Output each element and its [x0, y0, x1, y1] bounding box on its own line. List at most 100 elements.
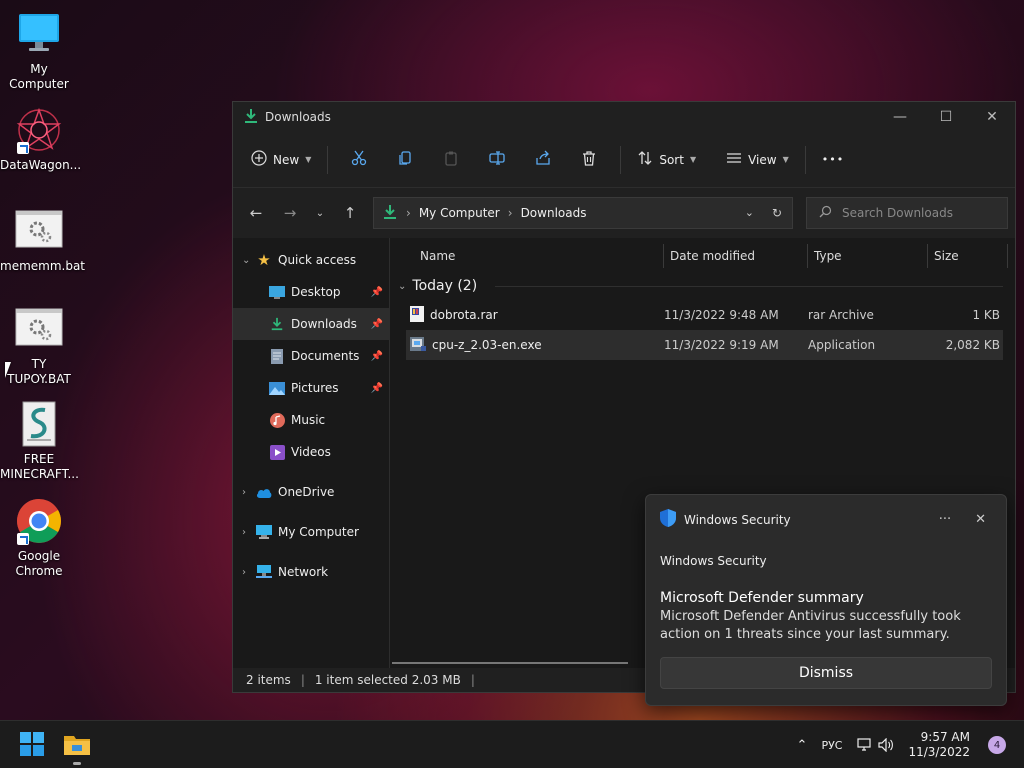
pictures-icon — [269, 380, 285, 396]
monitor-icon — [256, 524, 272, 540]
file-explorer-taskbar-button[interactable] — [57, 725, 97, 765]
arrow-right-icon: → — [283, 204, 297, 222]
recent-locations-button[interactable]: ⌄ — [305, 198, 335, 228]
nav-desktop[interactable]: Desktop 📌 — [233, 276, 389, 308]
clock-date: 11/3/2022 — [908, 745, 970, 759]
cut-button[interactable] — [343, 144, 375, 176]
maximize-button[interactable]: ☐ — [923, 102, 969, 132]
desktop-icon-mememm-bat[interactable]: mememm.bat — [0, 207, 85, 274]
close-window-button[interactable]: ✕ — [969, 102, 1015, 132]
file-size: 2,082 KB — [945, 338, 1000, 352]
search-box[interactable] — [806, 197, 1008, 229]
address-bar[interactable]: › My Computer › Downloads ⌄ ↻ — [373, 197, 793, 229]
rename-button[interactable] — [481, 144, 513, 176]
folder-icon — [64, 733, 90, 758]
active-app-indicator — [73, 762, 81, 765]
start-button[interactable] — [12, 725, 52, 765]
nav-music[interactable]: Music — [233, 404, 389, 436]
file-size: 1 KB — [972, 308, 1000, 322]
monitor-icon — [15, 10, 63, 58]
dismiss-button[interactable]: Dismiss — [660, 657, 992, 689]
pin-icon[interactable]: 📌 — [371, 351, 383, 362]
chevron-right-icon[interactable]: › — [242, 567, 256, 578]
column-type[interactable]: Type — [808, 244, 928, 268]
pin-icon[interactable]: 📌 — [371, 287, 383, 298]
notification-app-name: Windows Security — [684, 512, 791, 527]
shortcut-arrow-icon — [17, 533, 29, 545]
view-button[interactable]: View ▼ — [718, 144, 797, 176]
desktop-icon-label-line1: Google — [17, 549, 61, 563]
show-hidden-icons-button[interactable]: ⌃ — [797, 738, 808, 753]
pin-icon[interactable]: 📌 — [371, 319, 383, 330]
search-input[interactable] — [842, 206, 992, 220]
mouse-cursor-icon — [5, 362, 11, 378]
file-type: Application — [808, 338, 876, 352]
rename-icon — [489, 150, 505, 169]
nav-my-computer[interactable]: › My Computer — [233, 516, 389, 548]
volume-icon[interactable] — [878, 738, 894, 752]
nav-documents[interactable]: Documents 📌 — [233, 340, 389, 372]
desktop-icon-google-chrome[interactable]: Google Chrome — [0, 497, 78, 579]
share-button[interactable] — [527, 144, 559, 176]
windows-security-notification[interactable]: Windows Security ··· ✕ Windows Security … — [645, 494, 1007, 706]
clock-time: 9:57 AM — [920, 730, 970, 744]
refresh-icon[interactable]: ↻ — [772, 206, 782, 220]
sort-button[interactable]: Sort ▼ — [629, 144, 704, 176]
file-type: rar Archive — [808, 308, 874, 322]
up-button[interactable]: ↑ — [335, 198, 365, 228]
copy-button[interactable] — [389, 144, 421, 176]
clipboard-icon — [443, 150, 459, 169]
column-date-modified[interactable]: Date modified — [664, 244, 808, 268]
desktop-icon-ty-tupoy-bat[interactable]: TY TUPOY.BAT — [0, 305, 78, 387]
desktop-icon-my-computer[interactable]: My Computer — [0, 10, 78, 92]
view-list-icon — [726, 150, 742, 169]
nav-label: OneDrive — [278, 485, 335, 499]
window-titlebar[interactable]: Downloads — ☐ ✕ — [233, 102, 1015, 132]
file-name: cpu-z_2.03-en.exe — [432, 338, 542, 352]
desktop-icon-label-line2: TUPOY.BAT — [7, 372, 71, 386]
horizontal-scrollbar[interactable] — [392, 662, 628, 664]
nav-quick-access[interactable]: ⌄ ★ Quick access — [233, 244, 389, 276]
input-language-indicator[interactable]: РУС — [821, 739, 842, 752]
status-item-count: 2 items — [246, 673, 291, 687]
nav-pictures[interactable]: Pictures 📌 — [233, 372, 389, 404]
trash-icon — [581, 150, 597, 169]
nav-onedrive[interactable]: › OneDrive — [233, 476, 389, 508]
network-status-icon[interactable] — [856, 738, 872, 752]
status-separator: | — [470, 673, 475, 687]
chevron-right-icon[interactable]: › — [242, 487, 256, 498]
cloud-icon — [256, 484, 272, 500]
new-button[interactable]: New ▼ — [243, 144, 319, 176]
scissors-icon — [351, 150, 367, 169]
nav-downloads[interactable]: Downloads 📌 — [233, 308, 389, 340]
minimize-button[interactable]: — — [877, 102, 923, 132]
file-row-selected[interactable]: cpu-z_2.03-en.exe 11/3/2022 9:19 AM Appl… — [406, 330, 1003, 360]
column-name[interactable]: Name — [406, 244, 664, 268]
desktop-icon-free-minecraft[interactable]: FREE MINECRAFT... — [0, 400, 79, 482]
group-header-today[interactable]: ⌄ Today (2) — [398, 272, 1015, 300]
notification-count-badge[interactable]: 4 — [988, 736, 1006, 754]
notification-more-button[interactable]: ··· — [939, 512, 951, 527]
see-more-button[interactable]: ••• — [814, 144, 852, 176]
column-size[interactable]: Size — [928, 244, 1008, 268]
file-row[interactable]: dobrota.rar 11/3/2022 9:48 AM rar Archiv… — [406, 300, 1003, 330]
breadcrumb-downloads[interactable]: Downloads — [521, 206, 587, 220]
nav-network[interactable]: › Network — [233, 556, 389, 588]
taskbar-clock[interactable]: 9:57 AM 11/3/2022 — [908, 730, 970, 760]
notification-close-button[interactable]: ✕ — [975, 512, 986, 527]
address-dropdown-icon[interactable]: ⌄ — [745, 206, 754, 220]
column-headers: Name Date modified Type Size — [406, 240, 1015, 272]
breadcrumb-my-computer[interactable]: My Computer — [419, 206, 500, 220]
toolbar-divider — [804, 145, 806, 174]
paste-button[interactable] — [435, 144, 467, 176]
forward-button[interactable]: → — [275, 198, 305, 228]
notification-title: Microsoft Defender summary — [660, 590, 864, 606]
desktop-icon-datawagon[interactable]: DataWagon... — [0, 106, 81, 173]
delete-button[interactable] — [573, 144, 605, 176]
back-button[interactable]: ← — [241, 198, 271, 228]
network-icon — [256, 564, 272, 580]
nav-videos[interactable]: Videos — [233, 436, 389, 468]
chevron-down-icon[interactable]: ⌄ — [242, 255, 256, 266]
chevron-right-icon[interactable]: › — [242, 527, 256, 538]
pin-icon[interactable]: 📌 — [371, 383, 383, 394]
